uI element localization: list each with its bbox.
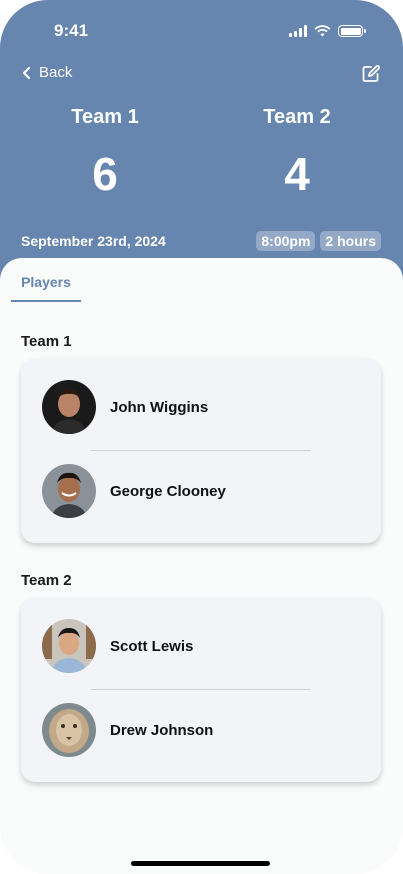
avatar (42, 619, 96, 673)
phone-screen: 9:41 Back Team 1 6 Team 2 4 September 23… (0, 0, 403, 874)
status-time: 9:41 (54, 21, 89, 40)
tab-players[interactable]: Players (11, 274, 81, 302)
avatar (42, 464, 96, 518)
player-name: Drew Johnson (110, 721, 214, 739)
player-name: George Clooney (110, 482, 226, 500)
team1-score-block: Team 1 6 (30, 106, 180, 201)
wifi-icon (314, 25, 331, 37)
team1-player-card: John Wiggins George Clooney (21, 359, 381, 543)
divider (91, 689, 311, 690)
match-header: 9:41 Back Team 1 6 Team 2 4 September 23… (0, 0, 403, 290)
player-row[interactable]: Drew Johnson (42, 703, 213, 757)
team2-player-card: Scott Lewis Drew Johnson (21, 598, 381, 782)
match-duration-badge: 2 hours (320, 231, 381, 251)
avatar (42, 703, 96, 757)
team1-score: 6 (92, 148, 118, 200)
chevron-left-icon (22, 66, 31, 79)
match-time-badge: 8:00pm (256, 231, 316, 251)
player-row[interactable]: John Wiggins (42, 380, 208, 434)
team2-score-block: Team 2 4 (222, 106, 372, 201)
cellular-signal-icon (289, 25, 307, 37)
back-label: Back (39, 64, 73, 81)
player-name: John Wiggins (110, 398, 209, 416)
status-icons (289, 25, 366, 37)
divider (91, 450, 311, 451)
group-title-team2: Team 2 (21, 572, 72, 589)
team2-name: Team 2 (263, 106, 331, 128)
team1-name: Team 1 (71, 106, 139, 128)
player-row[interactable]: George Clooney (42, 464, 226, 518)
group-title-team1: Team 1 (21, 333, 72, 350)
player-name: Scott Lewis (110, 637, 194, 655)
edit-icon[interactable] (361, 64, 381, 84)
match-date: September 23rd, 2024 (21, 233, 166, 249)
players-sheet: Players Team 1 John Wiggins George Cloon… (0, 258, 403, 874)
team2-score: 4 (284, 148, 310, 200)
match-meta: 8:00pm 2 hours (256, 231, 381, 251)
avatar (42, 380, 96, 434)
battery-icon (338, 25, 366, 37)
back-button[interactable]: Back (22, 64, 72, 81)
player-row[interactable]: Scott Lewis (42, 619, 193, 673)
home-indicator (131, 861, 270, 866)
